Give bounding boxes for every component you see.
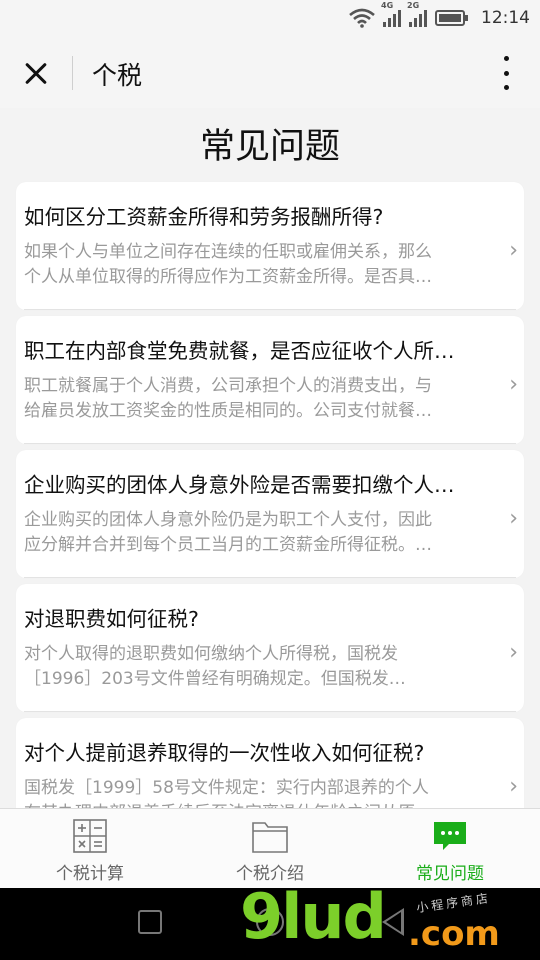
- chevron-right-icon: ›: [509, 640, 518, 665]
- tab-label: 个税计算: [56, 864, 124, 884]
- chevron-right-icon: ›: [509, 238, 518, 263]
- faq-answer-line: 对个人取得的退职费如何缴纳个人所得税，国税发: [24, 644, 398, 664]
- tab-label: 常见问题: [416, 864, 484, 884]
- faq-answer-line: 如果个人与单位之间存在连续的任职或雇佣关系，那么: [24, 242, 432, 262]
- app-title: 个税: [92, 61, 143, 90]
- status-time: 12:14: [481, 8, 530, 28]
- faq-item[interactable]: 如何区分工资薪金所得和劳务报酬所得? 如果个人与单位之间存在连续的任职或雇佣关系…: [16, 182, 524, 310]
- faq-question: 职工在内部食堂免费就餐，是否应征收个人所…: [24, 339, 455, 363]
- back-icon[interactable]: [382, 908, 404, 936]
- signal-2g-icon: 2G: [407, 1, 427, 27]
- faq-question: 对退职费如何征税?: [24, 607, 199, 631]
- faq-answer-line: 企业购买的团体人身意外险仍是为职工个人支付，因此: [24, 510, 432, 530]
- signal-4g-label: 4G: [381, 1, 394, 10]
- faq-question: 企业购买的团体人身意外险是否需要扣缴个人…: [24, 473, 455, 497]
- faq-answer-line: 应分解并合并到每个员工当月的工资薪金所得征税。…: [24, 535, 432, 555]
- title-bar: 个税: [0, 36, 540, 108]
- faq-answer-preview: 对个人取得的退职费如何缴纳个人所得税，国税发 ［1996］203号文件曾经有明确…: [24, 642, 494, 692]
- status-icons: 4G 2G 12:14: [349, 1, 530, 32]
- chevron-right-icon: ›: [509, 774, 518, 799]
- chevron-right-icon: ›: [509, 372, 518, 397]
- wifi-icon: [349, 8, 375, 28]
- faq-item[interactable]: 对退职费如何征税? 对个人取得的退职费如何缴纳个人所得税，国税发 ［1996］2…: [16, 584, 524, 712]
- page-title: 常见问题: [199, 127, 340, 167]
- faq-question: 如何区分工资薪金所得和劳务报酬所得?: [24, 205, 384, 229]
- faq-question: 对个人提前退养取得的一次性收入如何征税?: [24, 741, 425, 765]
- faq-answer-line: 国税发［1999］58号文件规定：实行内部退养的个人: [24, 778, 429, 798]
- faq-answer-preview: 企业购买的团体人身意外险仍是为职工个人支付，因此 应分解并合并到每个员工当月的工…: [24, 508, 494, 558]
- faq-answer-line: 职工就餐属于个人消费，公司承担个人的消费支出，与: [24, 376, 432, 396]
- calculator-icon: [73, 819, 107, 853]
- faq-answer-line: 给雇员发放工资奖金的性质是相同的。公司支付就餐…: [24, 401, 432, 421]
- title-divider: [72, 56, 73, 90]
- more-vertical-icon[interactable]: [494, 56, 518, 90]
- faq-answer-line: 个人从单位取得的所得应作为工资薪金所得。是否具…: [24, 267, 432, 287]
- faq-answer-preview: 如果个人与单位之间存在连续的任职或雇佣关系，那么 个人从单位取得的所得应作为工资…: [24, 240, 494, 290]
- tab-bar: 个税计算 个税介绍 常见问题: [0, 808, 540, 888]
- signal-2g-label: 2G: [407, 1, 420, 10]
- recent-apps-icon[interactable]: [138, 910, 162, 934]
- chat-bubble-icon: [434, 822, 466, 850]
- home-icon[interactable]: [256, 908, 284, 936]
- tab-tax-intro[interactable]: 个税介绍: [180, 809, 360, 888]
- folder-icon: [252, 822, 288, 853]
- close-icon[interactable]: [16, 54, 56, 94]
- status-bar: 4G 2G 12:14: [0, 0, 540, 36]
- battery-icon: [435, 10, 468, 26]
- tab-label: 个税介绍: [236, 864, 304, 884]
- tab-tax-calculator[interactable]: 个税计算: [0, 809, 180, 888]
- faq-item[interactable]: 企业购买的团体人身意外险是否需要扣缴个人… 企业购买的团体人身意外险仍是为职工个…: [16, 450, 524, 578]
- system-nav-bar: [0, 888, 540, 960]
- faq-list: 如何区分工资薪金所得和劳务报酬所得? 如果个人与单位之间存在连续的任职或雇佣关系…: [16, 182, 524, 852]
- faq-answer-line: ［1996］203号文件曾经有明确规定。但国税发…: [24, 669, 406, 689]
- chevron-right-icon: ›: [509, 506, 518, 531]
- signal-4g-icon: 4G: [381, 1, 401, 27]
- faq-item[interactable]: 职工在内部食堂免费就餐，是否应征收个人所… 职工就餐属于个人消费，公司承担个人的…: [16, 316, 524, 444]
- tab-faq[interactable]: 常见问题: [360, 809, 540, 888]
- faq-answer-preview: 职工就餐属于个人消费，公司承担个人的消费支出，与 给雇员发放工资奖金的性质是相同…: [24, 374, 494, 424]
